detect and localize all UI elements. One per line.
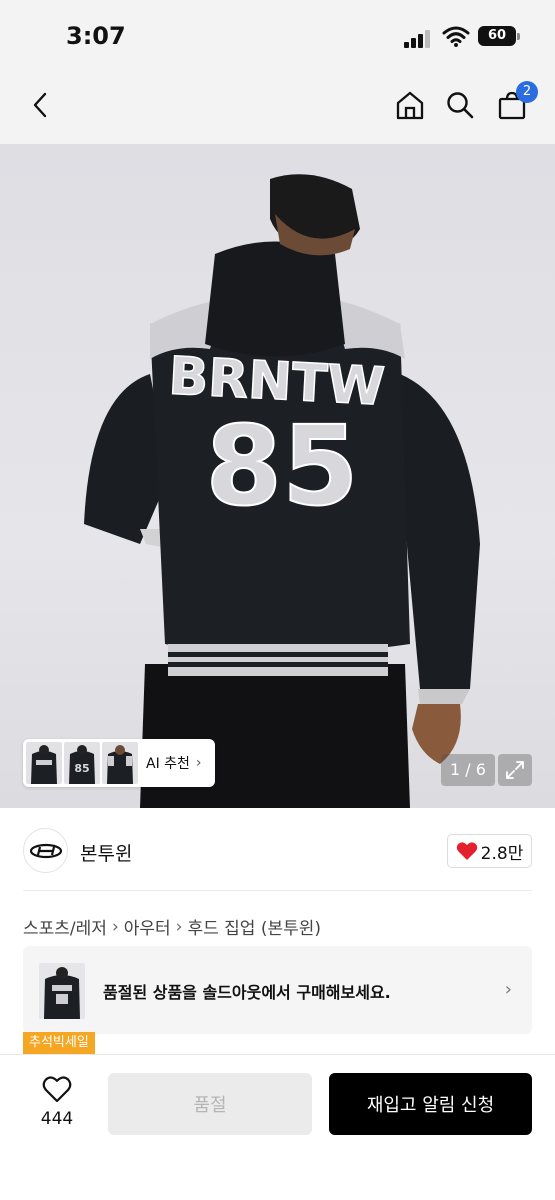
product-photo: BRNTW 85	[84, 174, 480, 808]
soldout-button[interactable]: 품절	[108, 1073, 312, 1135]
back-button[interactable]	[18, 83, 62, 127]
soldout-marketplace-banner[interactable]: 품절된 상품을 솔드아웃에서 구매해보세요. ›	[23, 946, 532, 1034]
top-nav: 2	[0, 70, 555, 144]
wishlist-button[interactable]: 444	[30, 1075, 84, 1129]
brand-logo-mark	[29, 843, 62, 858]
breadcrumb-item[interactable]: 후드 집업 (본투윈)	[187, 914, 321, 939]
thumbnail-1[interactable]	[26, 742, 62, 784]
wishlist-count: 444	[40, 1109, 74, 1129]
ai-recommend-label: AI 추천	[146, 756, 190, 772]
brand-logo[interactable]	[23, 828, 68, 873]
breadcrumb: 스포츠/레저 › 아우터 › 후드 집업 (본투윈)	[23, 914, 321, 940]
like-button[interactable]: 2.8만	[447, 834, 532, 868]
home-button[interactable]	[388, 83, 432, 127]
banner-text: 품절된 상품을 솔드아웃에서 구매해보세요.	[103, 983, 391, 1002]
cart-count-badge: 2	[516, 81, 538, 103]
status-bar: 3:07 60	[0, 0, 555, 70]
ai-recommend-link[interactable]: AI 추천 ›	[146, 753, 202, 773]
expand-button[interactable]	[498, 754, 532, 786]
section-divider	[23, 890, 532, 891]
image-page-indicator: 1 / 6	[441, 754, 495, 786]
brand-name[interactable]: 본투윈	[80, 839, 132, 866]
thumbnail-2-number: 85	[74, 762, 89, 775]
back-arrow-icon	[33, 92, 47, 118]
heart-outline-icon	[42, 1076, 72, 1103]
chevron-right-icon: ›	[195, 755, 202, 771]
thumbnail-2[interactable]: 85	[64, 742, 100, 784]
bottom-action-bar: 444 품절 재입고 알림 신청	[0, 1054, 555, 1200]
chevron-right-icon: ›	[111, 916, 119, 937]
breadcrumb-item[interactable]: 아우터	[124, 914, 171, 939]
chevron-right-icon: ›	[175, 916, 183, 937]
thumbnail-3[interactable]	[102, 742, 138, 784]
brand-row: 본투윈 2.8만	[0, 808, 555, 890]
heart-filled-icon	[456, 842, 477, 860]
ai-recommend-strip[interactable]: 85 AI 추천 ›	[23, 739, 215, 787]
banner-product-thumbnail	[39, 963, 85, 1019]
home-icon	[396, 91, 424, 120]
search-button[interactable]	[438, 83, 482, 127]
cellular-signal-icon	[404, 30, 434, 48]
jacket-number: 85	[205, 402, 358, 530]
wifi-icon	[442, 25, 470, 47]
search-icon	[447, 92, 474, 119]
like-count: 2.8만	[480, 843, 524, 864]
product-image-gallery[interactable]: BRNTW 85 85 AI 추천 › 1 / 6	[0, 144, 555, 808]
promo-badge: 추석빅세일	[23, 1032, 95, 1054]
chevron-right-icon: ›	[504, 979, 512, 1000]
restock-alert-button[interactable]: 재입고 알림 신청	[329, 1073, 532, 1135]
battery-icon: 60	[478, 26, 520, 46]
breadcrumb-item[interactable]: 스포츠/레저	[23, 914, 107, 939]
expand-icon	[506, 761, 524, 779]
cart-button[interactable]: 2	[490, 81, 538, 127]
status-time: 3:07	[66, 22, 126, 50]
